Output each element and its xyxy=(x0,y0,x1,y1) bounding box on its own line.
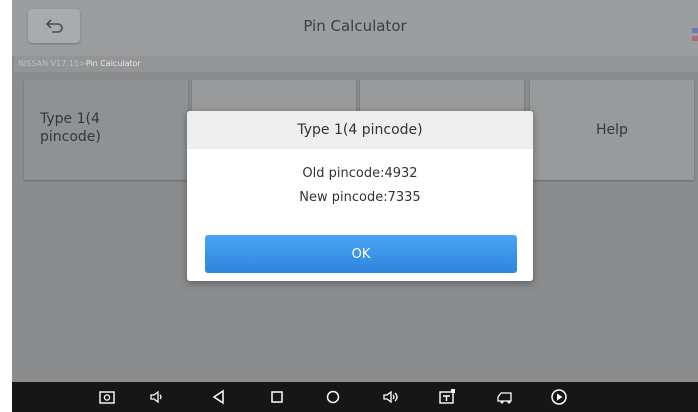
recents-icon[interactable] xyxy=(268,388,286,406)
old-pincode-text: Old pincode:4932 xyxy=(302,166,418,181)
page-title: Pin Calculator xyxy=(303,17,407,35)
breadcrumb-path[interactable]: NISSAN V17.15> xyxy=(18,59,86,68)
play-icon[interactable] xyxy=(550,388,568,406)
top-bar: Pin Calculator xyxy=(12,0,698,57)
corner-indicator-icon xyxy=(692,28,698,41)
screenshot-icon[interactable] xyxy=(98,388,116,406)
new-pincode-text: New pincode:7335 xyxy=(299,190,421,205)
tile-type-1-4-pincode[interactable]: Type 1(4 pincode) xyxy=(24,80,188,180)
tile-label: Help xyxy=(596,122,628,138)
tile-help[interactable]: Help xyxy=(530,80,694,180)
dialog-title: Type 1(4 pincode) xyxy=(187,111,533,149)
tile-label: Type 1(4 pincode) xyxy=(40,111,101,145)
car-icon[interactable] xyxy=(496,388,514,406)
breadcrumb: NISSAN V17.15>Pin Calculator xyxy=(14,56,698,72)
vci-icon[interactable] xyxy=(438,388,456,406)
pincode-dialog: Type 1(4 pincode) Old pincode:4932 New p… xyxy=(187,111,533,281)
system-nav-bar xyxy=(12,382,698,412)
back-icon[interactable] xyxy=(210,388,228,406)
volume-up-icon[interactable] xyxy=(382,388,400,406)
breadcrumb-current: Pin Calculator xyxy=(85,59,141,68)
ok-button[interactable]: OK xyxy=(205,235,517,273)
volume-down-icon[interactable] xyxy=(148,388,166,406)
home-icon[interactable] xyxy=(324,388,342,406)
dialog-body: Old pincode:4932 New pincode:7335 xyxy=(187,149,533,210)
